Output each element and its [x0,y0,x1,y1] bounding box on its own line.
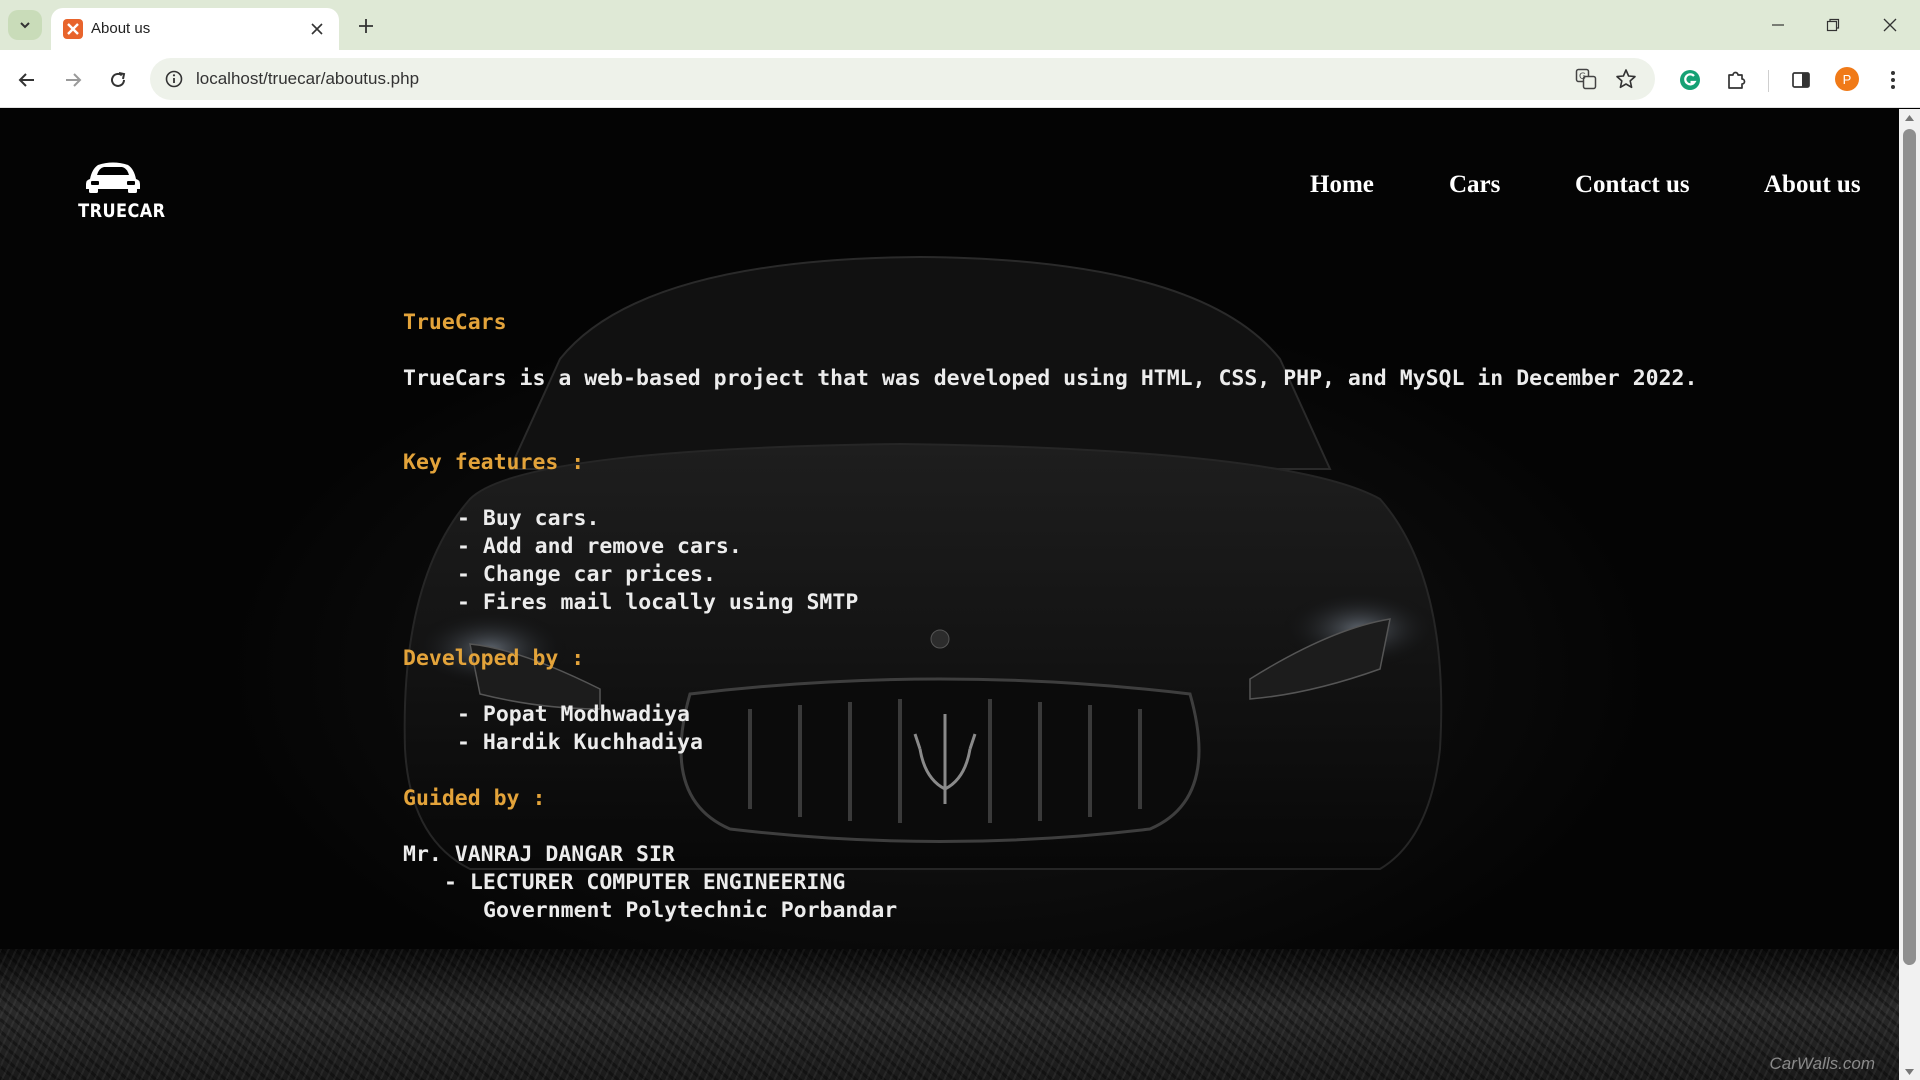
url-text: localhost/truecar/aboutus.php [196,69,420,88]
about-content: TrueCars TrueCars is a web-based project… [403,309,1697,923]
truecar-logo[interactable]: TRUECAR [72,159,166,222]
active-tab[interactable]: About us [51,8,339,50]
back-arrow-icon[interactable] [9,62,45,98]
feature-item: - Change car prices. [457,562,716,587]
project-description: TrueCars is a web-based project that was… [403,366,1698,391]
chevron-down-icon [20,22,30,29]
close-window-icon[interactable] [1862,0,1918,50]
feature-item: - Add and remove cars. [457,534,742,559]
nav-cars[interactable]: Cars [1449,171,1500,198]
guide-institute: Government Polytechnic Porbandar [483,898,898,923]
bookmark-star-icon[interactable] [1614,67,1638,91]
profile-avatar[interactable]: P [1835,67,1859,91]
project-title: TrueCars [403,310,507,335]
translate-icon[interactable]: G [1574,67,1598,91]
nav-home[interactable]: Home [1310,171,1374,198]
site-info-icon[interactable] [162,67,186,91]
features-heading: Key features : [403,450,585,475]
toolbar-separator [1768,70,1769,92]
restore-icon[interactable] [1805,0,1861,50]
scroll-up-arrow-icon[interactable] [1899,109,1920,126]
guide-name: Mr. VANRAJ DANGAR SIR [403,842,675,867]
car-background-image [403,255,1443,870]
tab-title: About us [91,20,151,37]
car-logo-icon [86,162,140,193]
guide-role: - LECTURER COMPUTER ENGINEERING [444,870,846,895]
page-scrollbar[interactable] [1899,109,1920,1080]
new-tab-plus-icon[interactable] [352,12,380,40]
address-bar[interactable]: localhost/truecar/aboutus.php G [150,58,1655,100]
browser-toolbar: localhost/truecar/aboutus.php G P [0,50,1920,108]
guide-heading: Guided by : [403,786,546,811]
asphalt-ground [0,949,1899,1080]
developer-item: - Popat Modhwadiya [457,702,690,727]
tab-search-button[interactable] [8,10,42,40]
page-viewport: TRUECAR Home Cars Contact us About us Tr… [0,109,1899,1080]
carwalls-watermark: CarWalls.com [1769,1054,1875,1073]
xampp-favicon-icon [63,19,83,39]
logo-text: TRUECAR [78,200,166,222]
minimize-icon[interactable] [1750,0,1806,50]
developers-heading: Developed by : [403,646,585,671]
nav-contact-us[interactable]: Contact us [1575,171,1690,198]
scrollbar-thumb[interactable] [1903,129,1916,965]
forward-arrow-icon[interactable] [55,62,91,98]
feature-item: - Fires mail locally using SMTP [457,590,859,615]
grammarly-icon[interactable] [1672,62,1708,98]
browser-tab-bar: About us [0,0,1920,50]
reload-icon[interactable] [100,62,136,98]
feature-item: - Buy cars. [457,506,600,531]
extensions-puzzle-icon[interactable] [1718,62,1754,98]
tab-close-icon[interactable] [305,17,329,41]
svg-text:G: G [1579,72,1586,82]
kebab-menu-icon[interactable] [1875,62,1911,98]
scroll-down-arrow-icon[interactable] [1899,1063,1920,1080]
side-panel-icon[interactable] [1783,62,1819,98]
nav-about-us[interactable]: About us [1764,171,1861,198]
developer-item: - Hardik Kuchhadiya [457,730,703,755]
